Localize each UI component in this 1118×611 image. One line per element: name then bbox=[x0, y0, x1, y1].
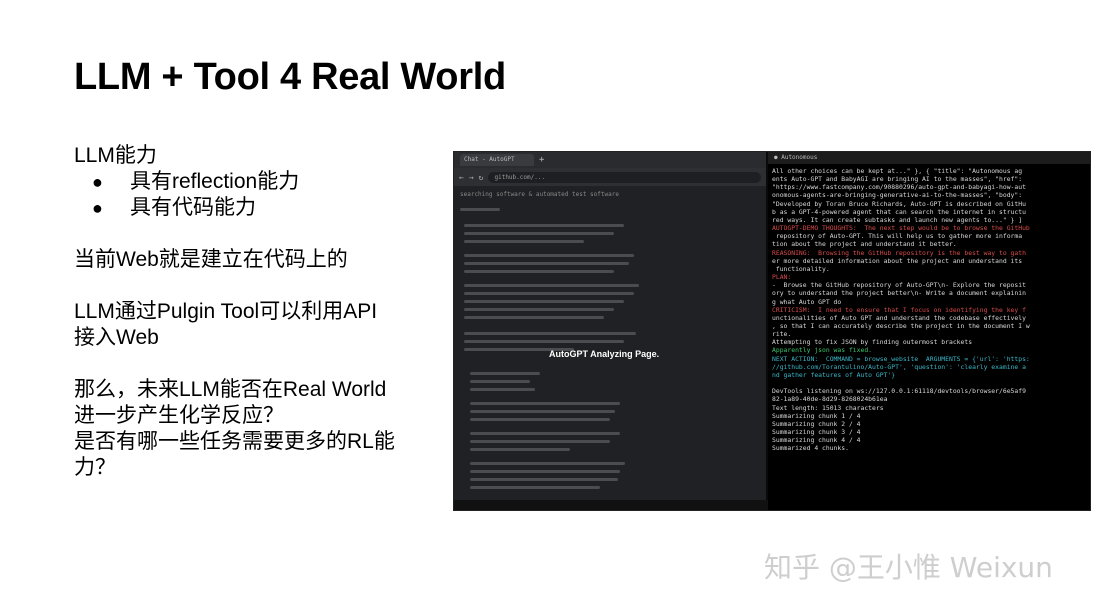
reload-icon[interactable]: ↻ bbox=[479, 173, 484, 182]
terminal-line: "Developed by Toran Bruce Richards, Auto… bbox=[772, 199, 1026, 208]
paragraph-plugin-line2: 接入Web bbox=[74, 326, 159, 349]
browser-page: searching software & automated test soft… bbox=[454, 186, 766, 500]
search-result-header: searching software & automated test soft… bbox=[460, 191, 619, 198]
terminal-line: ory to understand the project better\n- … bbox=[772, 289, 1026, 298]
terminal-line: g what Auto GPT do bbox=[772, 297, 842, 306]
terminal-line: AUTOGPT-DEMO THOUGHTS: The next step wou… bbox=[772, 224, 1030, 233]
terminal-line: repository of Auto-GPT. This will help u… bbox=[772, 232, 1023, 241]
browser-tabbar: Chat - AutoGPT + bbox=[454, 152, 766, 168]
browser-tab[interactable]: Chat - AutoGPT bbox=[460, 154, 534, 166]
terminal-line: red ways. It can create subtasks and lau… bbox=[772, 215, 1023, 224]
terminal-line: nd gather features of Auto GPT'} bbox=[772, 370, 896, 379]
terminal-line: - Browse the GitHub repository of Auto-G… bbox=[772, 281, 1026, 290]
list-item-label: 具有reflection能力 bbox=[130, 170, 300, 193]
terminal-line: rite. bbox=[772, 330, 792, 339]
terminal-line: "https://www.fastcompany.com/90880296/au… bbox=[772, 183, 1026, 192]
terminal-line: tion about the project and understand it… bbox=[772, 240, 957, 249]
terminal-line: Text length: 15013 characters bbox=[772, 403, 884, 412]
paragraph-plugin-line1: LLM通过Pulgin Tool可以利用API bbox=[74, 300, 378, 323]
terminal-line: unctionalities of Auto GPT and understan… bbox=[772, 313, 1026, 322]
terminal-line: onomous-agents-are-bringing-generative-a… bbox=[772, 191, 1023, 200]
terminal-line: Summarizing chunk 1 / 4 bbox=[772, 411, 861, 420]
paragraph-question-line1: 那么，未来LLM能否在Real World bbox=[74, 378, 387, 401]
browser-status-bar bbox=[454, 500, 770, 510]
terminal-line: //github.com/Torantulino/Auto-GPT', 'que… bbox=[772, 362, 1026, 371]
back-arrow-icon[interactable]: ← bbox=[459, 173, 464, 182]
terminal-line: All other choices can be kept at..." }, … bbox=[772, 167, 1023, 175]
terminal-line: Apparently json was fixed. bbox=[772, 346, 873, 355]
terminal-line: Summarized 4 chunks. bbox=[772, 444, 849, 453]
paragraph-question-line4: 力？ bbox=[74, 456, 116, 479]
autogpt-screenshot: Chat - AutoGPT + ← → ↻ github.com/... se… bbox=[453, 151, 1091, 511]
terminal-line: ents Auto-GPT and BabyAGI are bringing A… bbox=[772, 175, 1023, 184]
terminal-line: , so that I can accurately describe the … bbox=[772, 321, 1030, 330]
terminal-line: er more detailed information about the p… bbox=[772, 256, 1023, 265]
browser-window: Chat - AutoGPT + ← → ↻ github.com/... se… bbox=[454, 152, 770, 510]
terminal-line: Summarizing chunk 3 / 4 bbox=[772, 428, 861, 436]
paragraph-web-code: 当前Web就是建立在代码上的 bbox=[74, 248, 348, 271]
slide-body: LLM能力 ● 具有reflection能力 ● 具有代码能力 当前Web就是建… bbox=[74, 143, 444, 481]
slide-title: LLM + Tool 4 Real World bbox=[74, 56, 506, 98]
terminal-line: Summarizing chunk 2 / 4 bbox=[772, 419, 861, 428]
terminal-line: DevTools listening on ws://127.0.0.1:611… bbox=[772, 387, 1026, 396]
list-item-label: 具有代码能力 bbox=[130, 196, 256, 219]
paragraph-question-line3: 是否有哪一些任务需要更多的RL能 bbox=[74, 430, 395, 453]
terminal-output: All other choices can be kept at..." }, … bbox=[768, 164, 1090, 455]
terminal-line: NEXT ACTION: COMMAND = browse_website AR… bbox=[772, 354, 1030, 363]
ability-list: ● 具有reflection能力 ● 具有代码能力 bbox=[74, 169, 444, 221]
bullet-icon: ● bbox=[92, 198, 103, 218]
heading-llm-abilities: LLM能力 bbox=[74, 144, 157, 167]
zhihu-watermark: 知乎 @王小惟 Weixun bbox=[764, 551, 1053, 584]
browser-urlbar: ← → ↻ github.com/... bbox=[454, 168, 766, 186]
terminal-line: Summarizing chunk 4 / 4 bbox=[772, 436, 861, 445]
paragraph-question-line2: 进一步产生化学反应？ bbox=[74, 404, 284, 427]
list-item: ● 具有代码能力 bbox=[74, 195, 444, 221]
terminal-line: PLAN: bbox=[772, 273, 792, 282]
bullet-icon: ● bbox=[92, 172, 103, 192]
terminal-line: CRITICISM: I need to ensure that I focus… bbox=[772, 305, 1026, 314]
new-tab-icon[interactable]: + bbox=[539, 155, 544, 165]
terminal-line: functionality. bbox=[772, 264, 830, 273]
terminal-line: b as a GPT-4-powered agent that can sear… bbox=[772, 207, 1026, 216]
terminal-line: 82-1a89-40de-8d29-8268024b61ea bbox=[772, 395, 888, 404]
terminal-window: ● Autonomous All other choices can be ke… bbox=[768, 152, 1090, 510]
terminal-line: Attempting to fix JSON by finding outerm… bbox=[772, 338, 973, 347]
terminal-line: REASONING: Browsing the GitHub repositor… bbox=[772, 248, 1026, 257]
terminal-tab[interactable]: ● Autonomous bbox=[768, 152, 1090, 164]
forward-arrow-icon[interactable]: → bbox=[469, 173, 474, 182]
list-item: ● 具有reflection能力 bbox=[74, 169, 444, 195]
autogpt-status-label: AutoGPT Analyzing Page. bbox=[549, 349, 660, 359]
address-field[interactable]: github.com/... bbox=[488, 171, 761, 183]
